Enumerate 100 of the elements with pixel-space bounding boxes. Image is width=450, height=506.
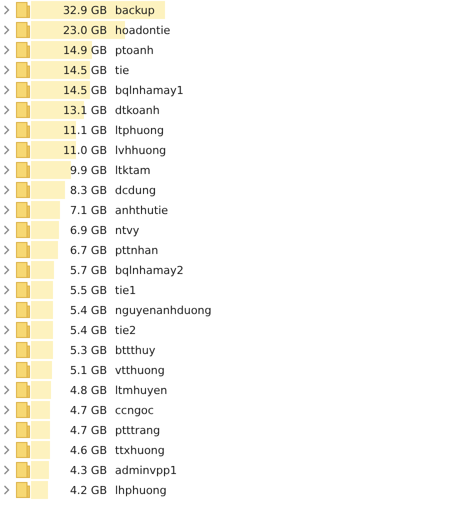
size-bar xyxy=(31,421,50,439)
folder-name[interactable]: nguyenanhduong xyxy=(115,304,212,316)
folder-icon xyxy=(16,322,30,338)
folder-size: 4.8 GB xyxy=(70,384,107,396)
folder-size: 14.5 GB xyxy=(62,84,107,96)
expand-chevron-icon[interactable] xyxy=(3,45,10,55)
folder-name[interactable]: ptoanh xyxy=(115,44,154,56)
folder-size: 6.9 GB xyxy=(70,224,107,236)
expand-chevron-icon[interactable] xyxy=(3,345,10,355)
folder-icon xyxy=(16,82,30,98)
folder-name[interactable]: backup xyxy=(115,4,155,16)
expand-chevron-icon[interactable] xyxy=(3,65,10,75)
folder-name[interactable]: bqlnhamay2 xyxy=(115,264,184,276)
folder-icon xyxy=(16,222,30,238)
folder-size: 11.0 GB xyxy=(62,144,107,156)
size-bar xyxy=(31,261,54,279)
size-bar xyxy=(31,81,90,99)
size-bar xyxy=(31,281,54,299)
folder-name[interactable]: lvhhuong xyxy=(115,144,166,156)
expand-chevron-icon[interactable] xyxy=(3,265,10,275)
folder-icon xyxy=(16,102,30,118)
folder-icon xyxy=(16,42,30,58)
folder-name[interactable]: anhthutie xyxy=(115,204,168,216)
folder-name[interactable]: ltphuong xyxy=(115,124,164,136)
expand-chevron-icon[interactable] xyxy=(3,145,10,155)
expand-chevron-icon[interactable] xyxy=(3,105,10,115)
folder-size: 7.1 GB xyxy=(70,204,107,216)
folder-name[interactable]: lhphuong xyxy=(115,484,167,496)
size-bar xyxy=(31,201,60,219)
size-bar xyxy=(31,101,84,119)
folder-name[interactable]: vtthuong xyxy=(115,364,165,376)
folder-icon xyxy=(16,282,30,298)
folder-icon xyxy=(16,162,30,178)
size-bar xyxy=(31,481,48,499)
expand-chevron-icon[interactable] xyxy=(3,165,10,175)
folder-name[interactable]: tie2 xyxy=(115,324,136,336)
folder-name[interactable]: hoadontie xyxy=(115,24,170,36)
folder-icon xyxy=(16,362,30,378)
expand-chevron-icon[interactable] xyxy=(3,485,10,495)
size-bar xyxy=(31,321,53,339)
folder-size: 9.9 GB xyxy=(70,164,107,176)
size-bar xyxy=(31,301,53,319)
expand-chevron-icon[interactable] xyxy=(3,405,10,415)
folder-name[interactable]: ntvy xyxy=(115,224,140,236)
folder-size: 23.0 GB xyxy=(62,24,107,36)
folder-name[interactable]: pttnhan xyxy=(115,244,158,256)
folder-name[interactable]: adminvpp1 xyxy=(115,464,177,476)
folder-icon xyxy=(16,262,30,278)
size-bar xyxy=(31,61,90,79)
folder-name[interactable]: ltmhuyen xyxy=(115,384,168,396)
expand-chevron-icon[interactable] xyxy=(3,85,10,95)
folder-icon xyxy=(16,462,30,478)
folder-size: 5.3 GB xyxy=(70,344,107,356)
expand-chevron-icon[interactable] xyxy=(3,205,10,215)
expand-chevron-icon[interactable] xyxy=(3,445,10,455)
expand-chevron-icon[interactable] xyxy=(3,425,10,435)
folder-name[interactable]: ltktam xyxy=(115,164,151,176)
folder-icon xyxy=(16,62,30,78)
folder-icon xyxy=(16,182,30,198)
folder-icon xyxy=(16,202,30,218)
folder-size: 11.1 GB xyxy=(62,124,107,136)
expand-chevron-icon[interactable] xyxy=(3,465,10,475)
folder-name[interactable]: ptttrang xyxy=(115,424,160,436)
folder-name[interactable]: tie xyxy=(115,64,130,76)
folder-name[interactable]: bqlnhamay1 xyxy=(115,84,184,96)
size-bar xyxy=(31,441,50,459)
folder-size: 4.7 GB xyxy=(70,424,107,436)
size-bar xyxy=(31,41,92,59)
size-bar xyxy=(31,221,60,239)
expand-chevron-icon[interactable] xyxy=(3,385,10,395)
folder-size: 5.7 GB xyxy=(70,264,107,276)
folder-name[interactable]: bttthuy xyxy=(115,344,156,356)
expand-chevron-icon[interactable] xyxy=(3,125,10,135)
folder-size: 5.5 GB xyxy=(70,284,107,296)
expand-chevron-icon[interactable] xyxy=(3,25,10,35)
expand-chevron-icon[interactable] xyxy=(3,285,10,295)
folder-name[interactable]: ttxhuong xyxy=(115,444,165,456)
folder-size: 5.1 GB xyxy=(70,364,107,376)
expand-chevron-icon[interactable] xyxy=(3,5,10,15)
folder-icon xyxy=(16,422,30,438)
folder-name[interactable]: dtkoanh xyxy=(115,104,160,116)
size-bar xyxy=(31,401,50,419)
folder-name[interactable]: dcdung xyxy=(115,184,156,196)
size-bar xyxy=(31,361,52,379)
folder-size: 4.3 GB xyxy=(70,464,107,476)
folder-name[interactable]: ccngoc xyxy=(115,404,154,416)
folder-size: 5.4 GB xyxy=(70,324,107,336)
folder-name[interactable]: tie1 xyxy=(115,284,136,296)
folder-icon xyxy=(16,382,30,398)
expand-chevron-icon[interactable] xyxy=(3,365,10,375)
folder-size: 8.3 GB xyxy=(70,184,107,196)
expand-chevron-icon[interactable] xyxy=(3,305,10,315)
folder-size: 32.9 GB xyxy=(62,4,107,16)
folder-size: 4.6 GB xyxy=(70,444,107,456)
folder-size: 13.1 GB xyxy=(62,104,107,116)
expand-chevron-icon[interactable] xyxy=(3,225,10,235)
folder-size: 14.9 GB xyxy=(62,44,107,56)
expand-chevron-icon[interactable] xyxy=(3,185,10,195)
expand-chevron-icon[interactable] xyxy=(3,325,10,335)
expand-chevron-icon[interactable] xyxy=(3,245,10,255)
